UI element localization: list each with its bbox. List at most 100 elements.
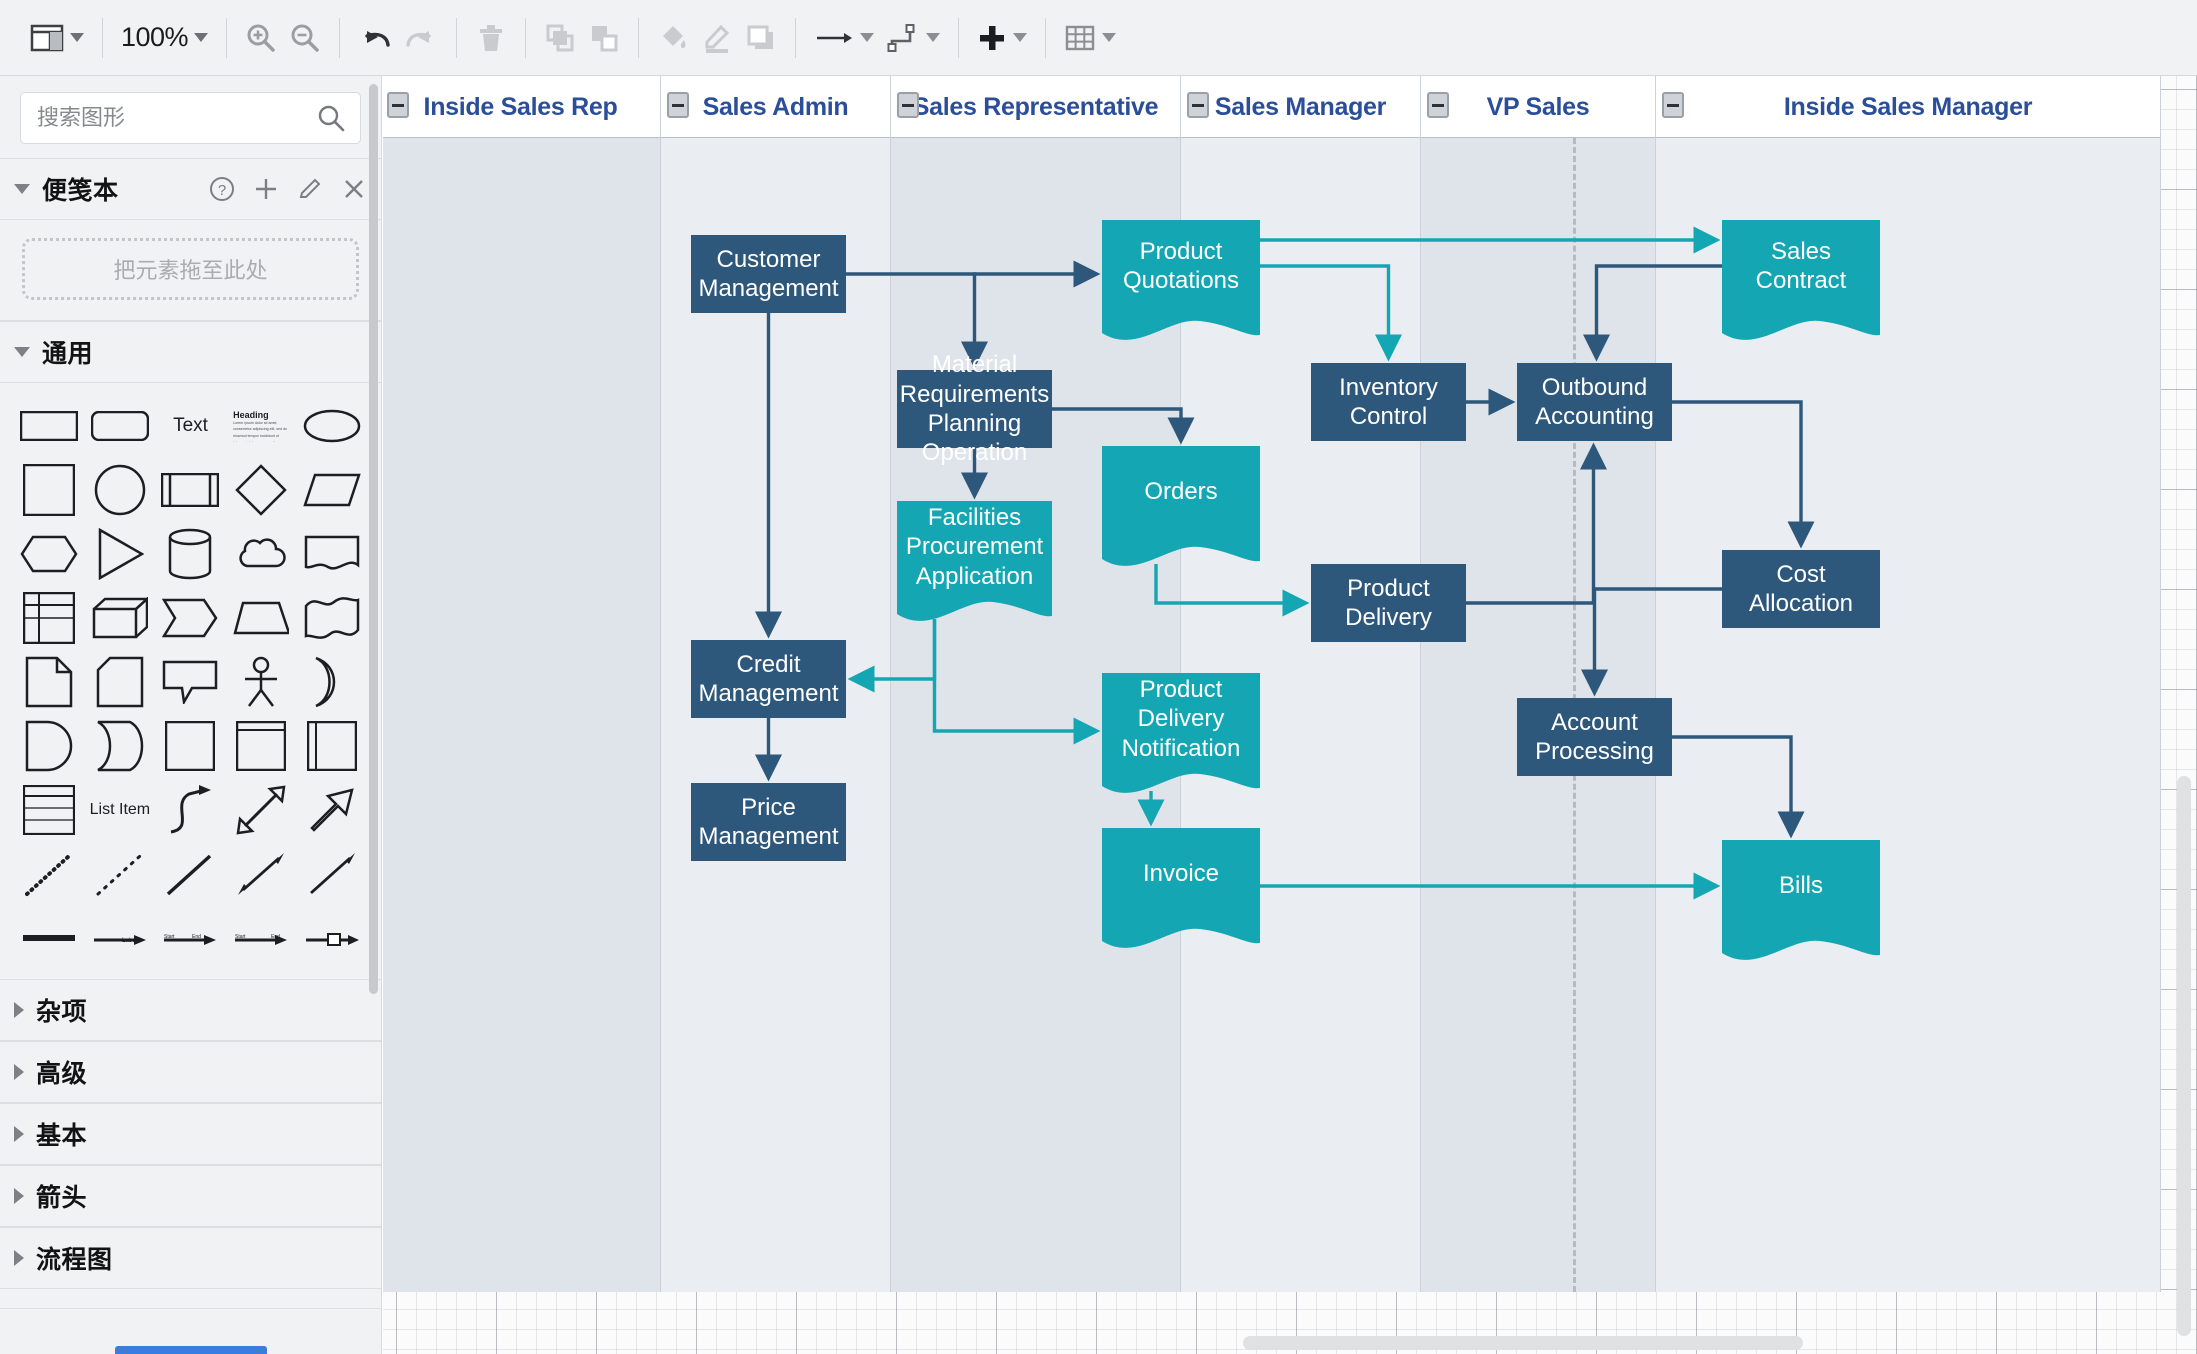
lane-collapse-button[interactable] [1662,92,1684,118]
view-layout-button[interactable] [24,12,90,64]
swimlane-header[interactable]: Sales Representative [891,76,1181,138]
swimlane-header[interactable]: Inside Sales Manager [1656,76,2161,138]
sidebar-section-scratchpad[interactable]: 便笺本 ? [0,158,381,220]
shape-list-item[interactable]: List Item [85,779,156,841]
shape-bidirectional-arrow[interactable] [226,779,297,841]
shape-callout[interactable] [155,651,226,713]
shape-list[interactable] [14,779,85,841]
zoom-level-button[interactable]: 100% [115,12,214,64]
lane-collapse-button[interactable] [1427,92,1449,118]
shape-or[interactable] [296,651,367,713]
diagram-node-product-delivery[interactable]: Product Delivery [1311,564,1466,642]
shape-circle[interactable] [85,459,156,521]
diagram-node-cost-allocation[interactable]: Cost Allocation [1722,550,1880,628]
shape-square[interactable] [14,459,85,521]
shape-diamond[interactable] [226,459,297,521]
swimlane-header[interactable]: Sales Admin [661,76,891,138]
shape-cloud[interactable] [226,523,297,585]
shape-step[interactable] [155,587,226,649]
shape-curve[interactable] [155,779,226,841]
diagram-node-credit-management[interactable]: Credit Management [691,640,846,718]
line-color-button[interactable] [695,12,739,64]
shape-cube[interactable] [85,587,156,649]
diagram-node-invoice[interactable]: Invoice [1102,828,1260,920]
shape-rounded-rectangle[interactable] [85,395,156,457]
bring-to-front-button[interactable] [538,12,582,64]
lane-collapse-button[interactable] [1187,92,1209,118]
sidebar-section-misc[interactable]: 杂项 [0,979,381,1041]
sidebar-section-basic[interactable]: 基本 [0,1103,381,1165]
shape-parallelogram[interactable] [296,459,367,521]
diagram-node-product-delivery-notif[interactable]: Product Delivery Notification [1102,673,1260,765]
fill-color-button[interactable] [651,12,695,64]
shape-start-end-arrow[interactable]: Start End [155,907,226,969]
shape-ellipse[interactable] [296,395,367,457]
shape-arrow-with-box[interactable] [296,907,367,969]
shape-actor[interactable] [226,651,297,713]
diagram-node-product-quotations[interactable]: Product Quotations [1102,220,1260,312]
shape-vertical-container[interactable] [226,715,297,777]
delete-button[interactable] [469,12,513,64]
shape-horizontal-container[interactable] [296,715,367,777]
connection-style-button[interactable] [808,12,880,64]
canvas-horizontal-scrollbar[interactable] [1243,1336,1803,1350]
table-button[interactable] [1058,12,1122,64]
shape-thick-line[interactable] [14,907,85,969]
edit-pencil-icon[interactable] [297,176,323,202]
shape-textbox[interactable]: Heading Lorem ipsum dolor sit amet, cons… [226,395,297,457]
shape-delay[interactable] [14,715,85,777]
shape-trapezoid[interactable] [226,587,297,649]
diagram-node-customer-management[interactable]: Customer Management [691,235,846,313]
close-icon[interactable] [341,176,367,202]
shape-dashed-line[interactable] [85,843,156,905]
diagram-node-material-requirements[interactable]: Material Requirements Planning Operation [897,351,1052,466]
zoom-out-button[interactable] [283,12,327,64]
canvas-vertical-scrollbar[interactable] [2177,776,2191,1336]
scratchpad-dropzone[interactable]: 把元素拖至此处 [22,238,359,300]
shadow-button[interactable] [739,12,783,64]
shape-hexagon[interactable] [14,523,85,585]
diagram-node-account-processing[interactable]: Account Processing [1517,698,1672,776]
sidebar-section-flowchart[interactable]: 流程图 [0,1227,381,1289]
shape-note[interactable] [14,651,85,713]
swimlane-header[interactable]: VP Sales [1421,76,1656,138]
zoom-in-button[interactable] [239,12,283,64]
swimlane-header[interactable]: Sales Manager [1181,76,1421,138]
shape-cylinder[interactable] [155,523,226,585]
shape-start-mid-end-arrow[interactable]: Start End [226,907,297,969]
undo-button[interactable] [352,12,398,64]
shape-triangle[interactable] [85,523,156,585]
swimlane-body[interactable] [383,138,661,1292]
lane-collapse-button[interactable] [897,92,919,118]
shape-text[interactable]: Text [155,395,226,457]
sidebar-section-general[interactable]: 通用 [0,321,381,383]
shape-card[interactable] [85,651,156,713]
diagram-node-facilities-procurement[interactable]: Facilities Procurement Application [897,501,1052,593]
send-to-back-button[interactable] [582,12,626,64]
insert-button[interactable] [971,12,1033,64]
swimlane-header[interactable]: Inside Sales Rep [383,76,661,138]
waypoints-button[interactable] [880,12,946,64]
shape-container[interactable] [155,715,226,777]
shape-double-arrow[interactable] [85,715,156,777]
shape-dotted-line[interactable] [14,843,85,905]
diagram-canvas[interactable]: Inside Sales Rep Sales Admin Sales Represe… [383,76,2197,1354]
shape-bidirectional-line[interactable] [226,843,297,905]
shape-process[interactable] [155,459,226,521]
redo-button[interactable] [398,12,444,64]
add-icon[interactable] [253,176,279,202]
diagram-node-outbound-accounting[interactable]: Outbound Accounting [1517,363,1672,441]
search-box[interactable] [20,92,361,144]
shape-table[interactable] [14,587,85,649]
diagram-node-sales-contract[interactable]: Sales Contract [1722,220,1880,312]
search-input[interactable] [37,105,344,131]
lane-collapse-button[interactable] [387,92,409,118]
shape-labeled-arrow[interactable]: Label [85,907,156,969]
shape-document[interactable] [296,523,367,585]
shape-rectangle[interactable] [14,395,85,457]
diagram-node-orders[interactable]: Orders [1102,446,1260,538]
diagram-node-price-management[interactable]: Price Management [691,783,846,861]
shape-tape[interactable] [296,587,367,649]
help-icon[interactable]: ? [209,176,235,202]
shape-plain-line[interactable] [155,843,226,905]
